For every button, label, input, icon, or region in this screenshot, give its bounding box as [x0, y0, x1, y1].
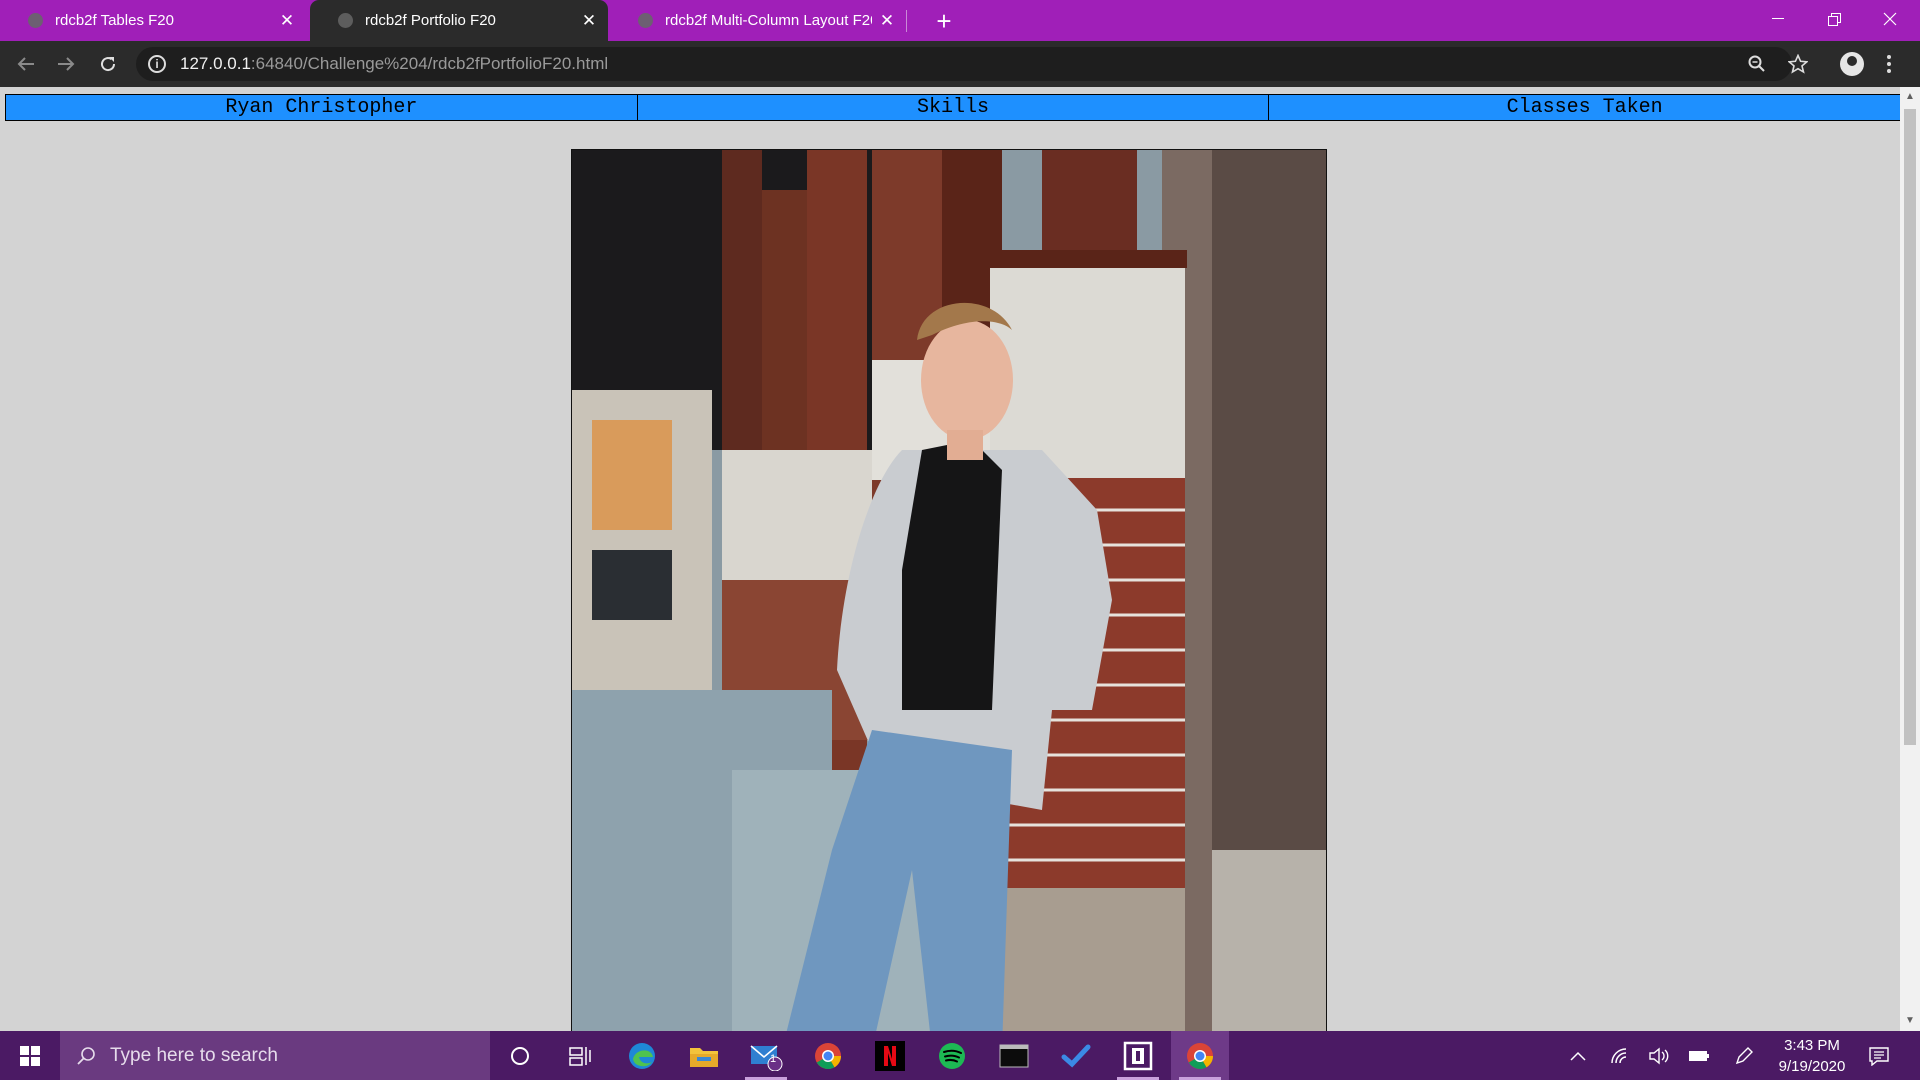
search-icon: [77, 1046, 95, 1065]
notification-icon: [1869, 1046, 1889, 1066]
avatar-icon: [1840, 52, 1864, 76]
clock-date: 9/19/2020: [1778, 1057, 1846, 1075]
tray-network[interactable]: [1610, 1031, 1630, 1080]
restore-button[interactable]: [1806, 0, 1862, 38]
more-vert-icon: [1887, 55, 1891, 73]
netflix-icon: [875, 1040, 905, 1071]
close-window-button[interactable]: [1862, 0, 1918, 38]
portrait-photo-image: [572, 150, 1326, 1031]
globe-icon: [28, 13, 43, 28]
scrollbar-thumb[interactable]: [1904, 109, 1916, 745]
chrome-icon: [815, 1042, 842, 1069]
close-icon: [1883, 12, 1897, 26]
info-icon[interactable]: i: [148, 55, 166, 73]
checkmark-icon: [1061, 1044, 1091, 1067]
windows-taskbar: Type here to search 1 3:43 PM 9/19/2020: [0, 1031, 1920, 1080]
reload-icon: [101, 57, 116, 72]
new-tab-button[interactable]: +: [924, 3, 964, 39]
mail-icon: [750, 1044, 783, 1071]
reload-button[interactable]: [88, 41, 128, 87]
windows-logo-icon: [20, 1045, 40, 1066]
edge-icon: [629, 1042, 655, 1069]
speaker-icon: [1649, 1047, 1669, 1064]
task-view-button[interactable]: [551, 1031, 609, 1080]
taskbar-terminal[interactable]: [985, 1031, 1043, 1080]
pen-icon: [1735, 1046, 1753, 1064]
nav-item-skills[interactable]: Skills: [636, 94, 1270, 121]
taskbar-file-explorer[interactable]: [675, 1031, 733, 1080]
tab-portfolio[interactable]: rdcb2f Portfolio F20 ✕: [310, 0, 608, 41]
spotify-icon: [939, 1042, 965, 1069]
page-scrollbar[interactable]: ▲ ▼: [1900, 87, 1920, 1031]
tray-overflow-button[interactable]: [1570, 1031, 1586, 1080]
taskbar-todo[interactable]: [1047, 1031, 1105, 1080]
arrow-right-icon: [58, 57, 75, 71]
close-icon[interactable]: ✕: [272, 11, 302, 31]
close-icon[interactable]: ✕: [872, 11, 902, 31]
chevron-up-icon: [1570, 1051, 1586, 1061]
taskbar-search[interactable]: Type here to search: [60, 1031, 490, 1080]
taskbar-spotify[interactable]: [923, 1031, 981, 1080]
battery-icon: [1689, 1050, 1709, 1061]
wifi-icon: [1611, 1047, 1627, 1063]
menu-button[interactable]: [1886, 41, 1892, 87]
taskbar-onenote-app[interactable]: [1109, 1031, 1167, 1080]
restore-icon: [1827, 12, 1841, 26]
nav-item-classes[interactable]: Classes Taken: [1268, 94, 1900, 121]
browser-toolbar: i 127.0.0.1:64840/Challenge%204/rdcb2fPo…: [0, 41, 1920, 87]
minimize-icon: [1772, 18, 1784, 19]
taskbar-mail[interactable]: 1: [737, 1031, 795, 1080]
nav-item-name[interactable]: Ryan Christopher: [5, 94, 638, 121]
taskbar-clock[interactable]: 3:43 PM 9/19/2020: [1752, 1031, 1872, 1080]
close-icon[interactable]: ✕: [574, 11, 604, 31]
tab-title: rdcb2f Multi-Column Layout F20: [665, 12, 872, 29]
tab-title: rdcb2f Tables F20: [55, 12, 174, 29]
page-viewport: Ryan Christopher Skills Classes Taken: [0, 87, 1900, 1031]
arrow-left-icon: [17, 57, 34, 71]
portrait-photo: [571, 149, 1327, 1031]
globe-icon: [638, 13, 653, 28]
address-bar[interactable]: i 127.0.0.1:64840/Challenge%204/rdcb2fPo…: [136, 47, 1808, 81]
profile-button[interactable]: [1840, 41, 1864, 87]
terminal-icon: [999, 1044, 1029, 1067]
tab-multi-column[interactable]: rdcb2f Multi-Column Layout F20 ✕: [610, 0, 906, 41]
cortana-icon: [511, 1046, 529, 1065]
folder-icon: [690, 1047, 718, 1067]
bookmark-star-icon[interactable]: [1788, 47, 1808, 81]
taskbar-edge[interactable]: [613, 1031, 671, 1080]
cortana-button[interactable]: [491, 1031, 549, 1080]
browser-tab-strip: rdcb2f Tables F20 ✕ rdcb2f Portfolio F20…: [0, 0, 1920, 41]
site-nav: Ryan Christopher Skills Classes Taken: [5, 94, 1900, 121]
taskbar-netflix[interactable]: [861, 1031, 919, 1080]
tray-pen[interactable]: [1734, 1031, 1754, 1080]
chrome-icon: [1187, 1042, 1214, 1069]
taskbar-chrome[interactable]: [799, 1031, 857, 1080]
back-button[interactable]: [6, 41, 46, 87]
tab-title: rdcb2f Portfolio F20: [365, 12, 496, 29]
search-placeholder: Type here to search: [110, 1044, 278, 1066]
app-window-icon: [1123, 1041, 1153, 1070]
tray-battery[interactable]: [1688, 1031, 1710, 1080]
url-host: 127.0.0.1: [180, 54, 251, 73]
globe-icon: [338, 13, 353, 28]
taskbar-chrome-active[interactable]: [1171, 1031, 1229, 1080]
tab-divider: [906, 10, 907, 32]
scroll-up-icon[interactable]: ▲: [1900, 89, 1920, 105]
start-button[interactable]: [0, 1031, 60, 1080]
forward-button[interactable]: [46, 41, 86, 87]
tray-volume[interactable]: [1648, 1031, 1670, 1080]
action-center-button[interactable]: [1868, 1031, 1890, 1080]
url-path: :64840/Challenge%204/rdcb2fPortfolioF20.…: [250, 54, 609, 73]
zoom-icon[interactable]: [1748, 47, 1766, 81]
tab-tables[interactable]: rdcb2f Tables F20 ✕: [0, 0, 306, 41]
scroll-down-icon[interactable]: ▼: [1900, 1013, 1920, 1029]
minimize-button[interactable]: [1750, 0, 1806, 38]
mail-badge: 1: [770, 1053, 777, 1065]
clock-time: 3:43 PM: [1784, 1036, 1840, 1054]
task-view-icon: [569, 1046, 591, 1066]
